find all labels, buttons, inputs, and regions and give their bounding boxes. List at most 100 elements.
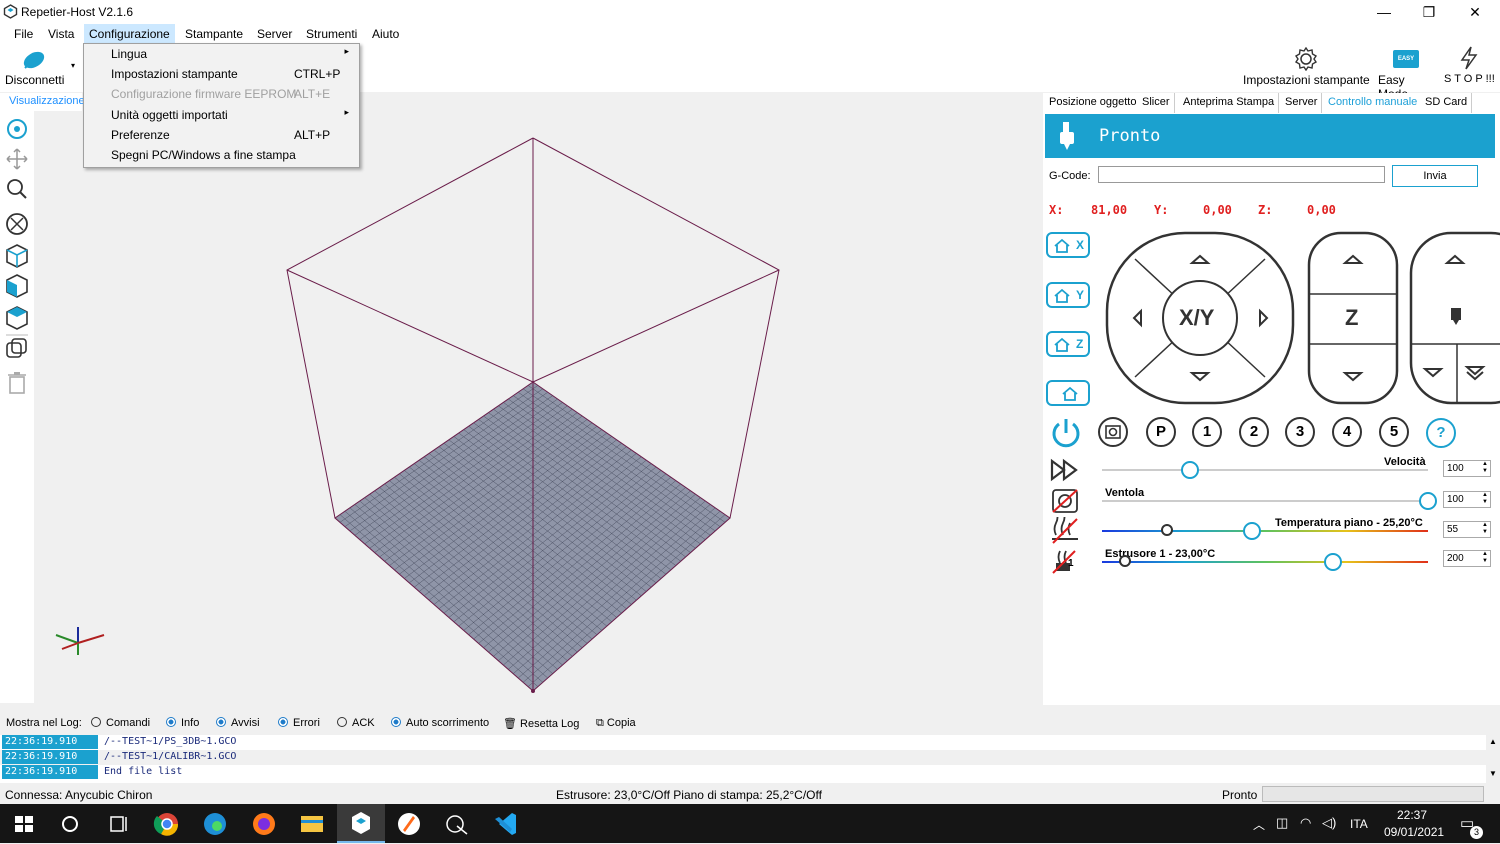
edge-icon[interactable] [191,804,239,843]
3d-viewport[interactable] [34,111,1037,703]
log-opt-errori[interactable]: Errori [278,717,320,729]
dd-lingua[interactable]: Lingua ▸ [84,44,359,64]
chrome-icon[interactable] [143,804,191,843]
tab-visualizzazione[interactable]: Visualizzazione [0,93,85,111]
home-x-button[interactable]: X [1046,232,1090,258]
move-view-icon[interactable] [6,148,28,170]
top-view-icon[interactable] [6,306,28,330]
macro-3-button[interactable]: 3 [1285,417,1315,447]
log-opt-avvisi[interactable]: Avvisi [216,717,260,729]
fan-slider[interactable] [1102,500,1428,502]
tab-posizione-oggetto[interactable]: Posizione oggetto [1045,93,1142,113]
bed-temp-input[interactable]: 55 ▲ ▼ [1443,521,1491,538]
extruder-target-temp-thumb[interactable] [1324,553,1343,571]
repetier-taskbar-button[interactable] [337,804,385,843]
printer-settings-button[interactable]: Impostazioni stampante [1240,44,1370,90]
log-list[interactable]: 22:36:19.910 /--TEST~1/PS_3DB~1.GCO 22:36… [0,735,1500,783]
volume-icon[interactable]: ◁) [1322,815,1336,831]
log-opt-info[interactable]: Info [166,717,199,729]
macro-2-button[interactable]: 2 [1239,417,1269,447]
tab-slicer[interactable]: Slicer [1138,93,1175,113]
scroll-up-icon[interactable]: ▲ [1489,737,1497,746]
maximize-button[interactable]: ❐ [1406,2,1452,22]
home-z-button[interactable]: Z [1046,331,1090,357]
menu-server[interactable]: Server [252,27,297,41]
menu-file[interactable]: File [9,27,38,41]
extruder-temp-slider[interactable] [1102,561,1428,563]
fit-view-icon[interactable] [6,213,28,235]
disconnect-dropdown-icon[interactable]: ▾ [71,61,75,70]
minimize-button[interactable]: — [1361,2,1407,22]
speed-slider-thumb[interactable] [1181,461,1200,479]
search-icon[interactable] [46,804,94,843]
bed-temp-slider[interactable] [1102,530,1428,532]
macro-4-button[interactable]: 4 [1332,417,1362,447]
home-icon [1054,288,1070,303]
scroll-down-icon[interactable]: ▼ [1489,769,1497,778]
zoom-view-icon[interactable] [7,179,27,199]
bed-target-temp-thumb[interactable] [1242,522,1261,540]
menu-aiuto[interactable]: Aiuto [367,27,404,41]
macro-5-button[interactable]: 5 [1379,417,1409,447]
trash-icon[interactable] [8,372,26,394]
reset-log-button[interactable]: 🗑 Resetta Log [503,717,579,730]
stop-button[interactable]: S T O P !!! [1440,44,1498,90]
dd-unita-oggetti[interactable]: Unità oggetti importati ▸ [84,105,359,125]
file-explorer-icon[interactable] [288,804,336,843]
menu-configurazione[interactable]: Configurazione [84,24,175,44]
close-button[interactable]: ✕ [1452,2,1498,22]
extruder-temp-input[interactable]: 200 ▲ ▼ [1443,550,1491,567]
dd-spegni-pc[interactable]: Spegni PC/Windows a fine stampa [84,145,359,165]
dd-preferenze[interactable]: Preferenze ALT+P [84,125,359,145]
menu-vista[interactable]: Vista [43,27,79,41]
rotate-view-icon[interactable] [7,119,27,139]
log-scrollbar[interactable]: ▲ ▼ [1486,735,1500,783]
fan-slider-thumb[interactable] [1419,492,1437,510]
easy-mode-button[interactable]: EASY Easy Mode [1375,44,1437,101]
speed-slider[interactable] [1102,469,1428,471]
clock-date[interactable]: 09/01/2021 [1384,825,1444,839]
tray-chevron-icon[interactable]: ︿ [1253,816,1265,833]
tray-meet-icon[interactable]: ◫ [1276,815,1288,831]
connection-status: Connessa: Anycubic Chiron [5,788,153,802]
app-pen-icon[interactable] [385,804,433,843]
power-icon[interactable] [1049,416,1083,450]
windows-start-icon[interactable] [0,804,48,843]
gcode-input[interactable] [1098,166,1385,183]
objects-view-icon[interactable] [6,338,27,358]
dd-impostazioni-stampante[interactable]: Impostazioni stampante CTRL+P [84,64,359,84]
tab-controllo-manuale[interactable]: Controllo manuale [1324,93,1423,113]
disconnect-button[interactable]: Disconnetti [0,44,68,90]
vscode-icon[interactable] [482,804,530,843]
home-y-button[interactable]: Y [1046,282,1090,308]
help-button[interactable]: ? [1426,418,1456,448]
extruder-jog-pad[interactable] [1409,231,1500,407]
speed-value: 100 [1447,463,1464,474]
fan-input[interactable]: 100 ▲ ▼ [1443,491,1491,508]
iso-view-icon[interactable] [6,244,28,268]
camera-button[interactable] [1098,417,1128,447]
tab-server[interactable]: Server [1281,93,1323,113]
wifi-icon[interactable]: ◠ [1300,815,1311,831]
language-indicator[interactable]: ITA [1350,817,1368,831]
menu-stampante[interactable]: Stampante [180,27,248,41]
copy-log-button[interactable]: ⧉ Copia [596,717,636,730]
macro-p-button[interactable]: P [1146,417,1176,447]
satellite-app-icon[interactable] [433,804,481,843]
task-view-icon[interactable] [94,804,142,843]
log-opt-auto-scroll[interactable]: Auto scorrimento [391,717,489,729]
log-opt-ack[interactable]: ACK [337,717,375,729]
clock-time[interactable]: 22:37 [1397,808,1427,822]
tab-anteprima-stampa[interactable]: Anteprima Stampa [1179,93,1280,113]
home-all-button[interactable] [1046,380,1090,406]
speed-input[interactable]: 100 ▲ ▼ [1443,460,1491,477]
tab-sd-card[interactable]: SD Card [1421,93,1473,113]
front-view-icon[interactable] [6,274,28,298]
log-opt-comandi[interactable]: Comandi [91,717,150,729]
macro-1-button[interactable]: 1 [1192,417,1222,447]
lightning-icon [1460,46,1478,70]
firefox-icon[interactable] [240,804,288,843]
send-button[interactable]: Invia [1392,165,1478,187]
submenu-arrow-icon: ▸ [344,46,349,56]
menu-strumenti[interactable]: Strumenti [301,27,362,41]
